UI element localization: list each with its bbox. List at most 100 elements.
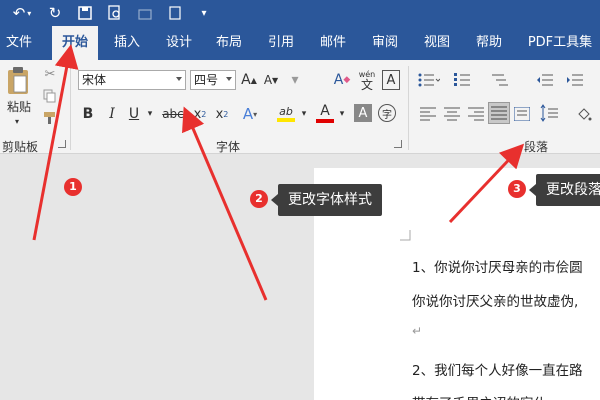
touch-mode-button[interactable] [164, 3, 186, 23]
strikethrough-button[interactable]: abc [160, 104, 186, 124]
margin-corner-mark [400, 230, 411, 241]
enclose-characters-button[interactable]: 字 [378, 104, 396, 122]
subscript-button[interactable]: x2 [190, 104, 210, 124]
tab-home[interactable]: 开始 [52, 26, 98, 60]
paste-label[interactable]: 粘贴 [2, 98, 36, 114]
format-painter-icon [44, 112, 55, 124]
text-effects-button[interactable]: A ▾ [240, 104, 260, 124]
phonetic-guide-button[interactable]: wén 文 [356, 68, 378, 92]
paste-button[interactable] [4, 64, 34, 96]
tab-insert[interactable]: 插入 [108, 26, 146, 60]
line-spacing-button[interactable] [538, 102, 564, 124]
copy-button[interactable] [42, 88, 58, 104]
chevron-down-icon [226, 77, 232, 81]
tab-design[interactable]: 设计 [160, 26, 198, 60]
shrink-font-button[interactable]: A ▼ [262, 70, 280, 90]
clipboard-icon [8, 67, 28, 94]
align-center-button[interactable] [442, 104, 462, 124]
share-button[interactable] [134, 3, 156, 23]
customize-icon: ▾ [201, 7, 207, 19]
paint-bucket-icon [578, 108, 592, 121]
numbering-icon [454, 73, 470, 86]
font-name-combo[interactable]: 宋体 [78, 70, 186, 90]
redo-icon: ↻ [48, 4, 62, 22]
shading-button[interactable] [574, 104, 594, 124]
save-button[interactable] [74, 3, 96, 23]
tab-mailings[interactable]: 邮件 [314, 26, 352, 60]
callout-badge-3: 3 [508, 180, 526, 198]
document-line-2[interactable]: 你说你讨厌父亲的世故虚伪, [412, 290, 578, 310]
tab-view[interactable]: 视图 [418, 26, 456, 60]
align-center-icon [444, 107, 460, 121]
font-group-label: 字体 [216, 140, 241, 154]
callout-tooltip-font-style: 更改字体样式 [271, 184, 382, 216]
paragraph-group-label: 段落 [524, 140, 549, 154]
superscript-x: x [215, 106, 224, 122]
tab-references[interactable]: 引用 [262, 26, 300, 60]
bold-button[interactable]: B [80, 104, 96, 124]
paragraph-mark: ↵ [412, 324, 423, 338]
line-spacing-icon [540, 104, 558, 122]
format-painter-button[interactable] [42, 110, 58, 126]
underline-button[interactable]: U [126, 104, 142, 124]
ribbon-tabs: 文件 开始 插入 设计 布局 引用 邮件 审阅 视图 帮助 PDF工具集 [0, 26, 600, 60]
tab-pdf-tools[interactable]: PDF工具集 [522, 26, 598, 60]
chevron-down-icon[interactable]: ▾ [12, 116, 22, 126]
subscript-x: x [193, 106, 202, 122]
document-line-4[interactable]: 带有了千里之迢的宿仆 [412, 392, 547, 400]
tab-help[interactable]: 帮助 [470, 26, 508, 60]
clipboard-dialog-launcher[interactable] [58, 140, 66, 148]
multilevel-list-icon [492, 74, 508, 86]
cut-button[interactable]: ✂ [42, 66, 58, 82]
character-border-button[interactable]: A [382, 70, 400, 90]
touch-mode-icon [169, 6, 181, 20]
highlight-swatch [277, 117, 295, 122]
multilevel-list-button[interactable] [488, 70, 514, 90]
undo-icon: ↶ [12, 4, 26, 22]
document-line-1[interactable]: 1、你说你讨厌母亲的市侩圆 [412, 256, 583, 276]
chevron-down-icon[interactable]: ▾ [338, 104, 346, 124]
customize-quick-access-button[interactable]: ▾ [196, 3, 212, 23]
callout-badge-1: 1 [64, 178, 82, 196]
chevron-down-icon[interactable]: ▾ [300, 104, 308, 124]
bullets-button[interactable] [416, 70, 442, 90]
print-preview-button[interactable] [104, 3, 126, 23]
quick-access-toolbar: ↶ ▾ ↻ ▾ [0, 0, 600, 26]
chevron-down-icon [176, 77, 182, 81]
italic-button[interactable]: I [104, 104, 120, 124]
document-line-3[interactable]: 2、我们每个人好像一直在路 [412, 359, 583, 379]
font-size-combo[interactable]: 四号 [190, 70, 236, 90]
redo-button[interactable]: ↻ [44, 3, 66, 23]
distributed-icon [514, 107, 530, 121]
numbering-button[interactable] [452, 70, 478, 90]
callout-tooltip-paragraph: 更改段落 [529, 174, 600, 206]
group-divider [408, 66, 409, 150]
chevron-down-icon: ▾ [27, 8, 32, 18]
undo-button[interactable]: ↶ ▾ [8, 3, 36, 23]
font-dialog-launcher[interactable] [394, 140, 402, 148]
tab-layout[interactable]: 布局 [210, 26, 248, 60]
clear-format-icon: A [333, 72, 344, 88]
highlight-color-button[interactable]: ab [274, 102, 298, 124]
align-left-icon [420, 107, 436, 121]
decrease-indent-icon [537, 74, 553, 86]
clear-formatting-button[interactable]: A ◆ [332, 70, 352, 90]
increase-indent-icon [567, 74, 583, 86]
justify-button[interactable] [488, 102, 510, 124]
char-border-icon: A [386, 72, 396, 88]
distributed-button[interactable] [512, 104, 532, 124]
increase-indent-button[interactable] [564, 70, 586, 90]
ribbon: 粘贴 ▾ ✂ 剪贴板 宋体 四号 A ▲ A ▼ ▾ A ◆ wén 文 A B I … [0, 60, 600, 154]
align-right-button[interactable] [466, 104, 486, 124]
grow-font-button[interactable]: A ▲ [240, 70, 258, 90]
tab-file[interactable]: 文件 [0, 26, 38, 60]
decrease-indent-button[interactable] [534, 70, 556, 90]
font-size-value: 四号 [194, 73, 219, 87]
chevron-down-icon[interactable]: ▾ [146, 104, 154, 124]
font-color-button[interactable]: A [314, 102, 336, 124]
tab-review[interactable]: 审阅 [366, 26, 404, 60]
superscript-button[interactable]: x2 [212, 104, 232, 124]
character-shading-button[interactable]: A [354, 104, 372, 122]
align-left-button[interactable] [418, 104, 438, 124]
align-right-icon [468, 107, 484, 121]
